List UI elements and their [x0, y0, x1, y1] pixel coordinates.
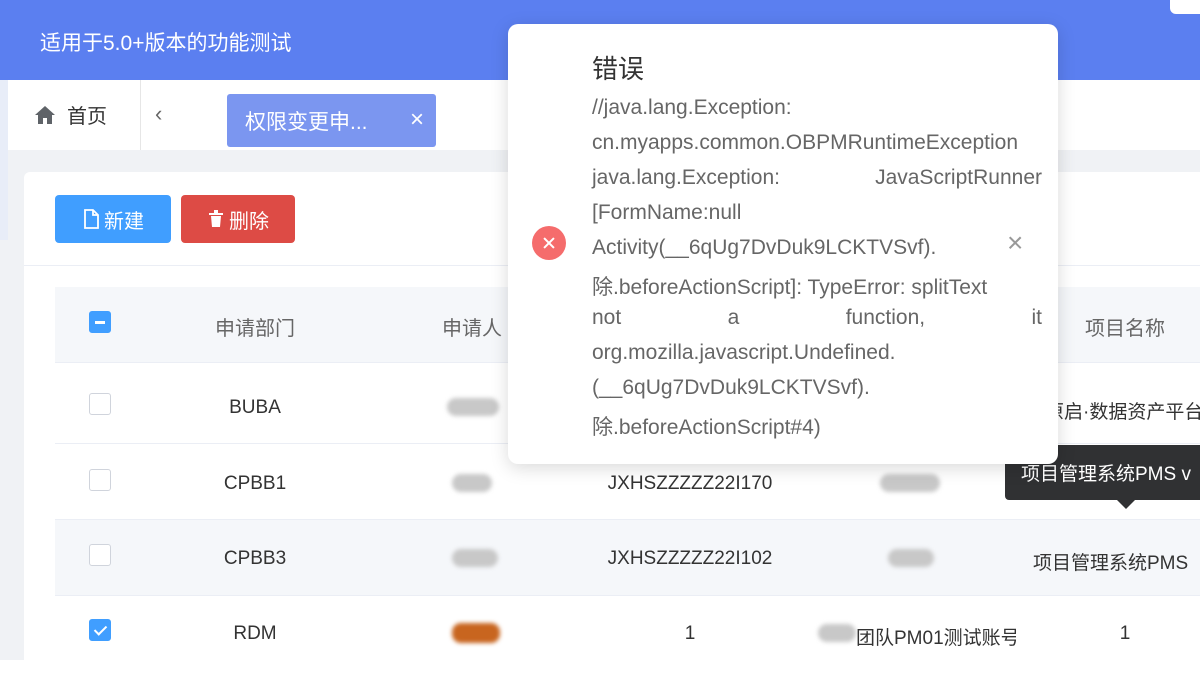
app-title: 适用于5.0+版本的功能测试 [40, 32, 292, 55]
redacted-field [880, 474, 940, 492]
redacted-applicant [452, 623, 500, 643]
row-checkbox[interactable] [89, 544, 111, 566]
file-icon [84, 209, 99, 229]
redacted-field [818, 624, 856, 642]
row-checkbox[interactable] [89, 619, 111, 641]
new-button-label: 新建 [104, 210, 144, 233]
dialog-message-line: 除.beforeActionScript#4) [592, 416, 821, 439]
new-button[interactable]: 新建 [55, 195, 171, 243]
cell-code: 1 [684, 623, 696, 644]
sidebar-edge [0, 80, 8, 240]
dialog-close-icon[interactable]: × [1007, 229, 1023, 257]
redacted-applicant [447, 398, 499, 416]
tooltip-arrow [1117, 500, 1135, 509]
cell-code: JXHSZZZZZ22I102 [607, 548, 773, 569]
delete-button-label: 删除 [229, 210, 269, 233]
dialog-message-word: a [727, 306, 740, 329]
dialog-message-word: java.lang.Exception: [592, 166, 780, 189]
dialog-message-word: function, [845, 306, 926, 329]
cell-team: 团队PM01测试账号 [856, 628, 1016, 649]
dialog-message-line: cn.myapps.common.OBPMRuntimeException [592, 131, 1018, 154]
redacted-applicant [452, 549, 498, 567]
row-checkbox[interactable] [89, 469, 111, 491]
dialog-message-line: org.mozilla.javascript.Undefined. [592, 341, 896, 364]
tab-home-label: 首页 [67, 106, 107, 128]
header-dept: 申请部门 [215, 318, 295, 340]
cell-project: 1 [1119, 623, 1131, 644]
dialog-message-line: 除.beforeActionScript]: TypeError: splitT… [592, 276, 988, 299]
dialog-message-line: Activity(__6qUg7DvDuk9LCKTVSvf). [592, 236, 937, 259]
error-icon [532, 226, 566, 260]
tab-home[interactable]: 首页 [33, 100, 107, 129]
trash-icon [209, 210, 223, 227]
dialog-message-line: (__6qUg7DvDuk9LCKTVSvf). [592, 376, 870, 399]
redacted-applicant [452, 474, 492, 492]
row-checkbox[interactable] [89, 393, 111, 415]
select-all-checkbox[interactable] [89, 311, 111, 333]
cell-dept: CPBB1 [223, 473, 287, 494]
header-applicant: 申请人 [442, 318, 502, 340]
header-corner [1170, 0, 1200, 14]
tab-active[interactable]: 权限变更申... × [227, 94, 436, 147]
dialog-message-line: java.lang.Exception: JavaScriptRunner [592, 166, 1042, 190]
dialog-message-line: [FormName:null [592, 201, 742, 224]
tab-divider [140, 80, 141, 150]
cell-project: 项目管理系统PMS [1033, 553, 1189, 574]
dialog-title: 错误 [592, 54, 645, 84]
redacted-field [888, 549, 934, 567]
dialog-message-word: not [592, 306, 622, 329]
cell-dept: RDM [233, 623, 277, 644]
cell-dept: CPBB3 [223, 548, 287, 569]
dialog-message-word: it [1031, 306, 1043, 329]
cell-dept: BUBA [229, 397, 281, 418]
dialog-message-word: JavaScriptRunner [875, 166, 1042, 189]
dialog-message-line: //java.lang.Exception: [592, 96, 792, 119]
delete-button[interactable]: 删除 [181, 195, 295, 243]
cell-project: 原启·数据资产平台 [1045, 402, 1200, 423]
error-dialog: 错误 × //java.lang.Exception: cn.myapps.co… [508, 24, 1058, 464]
tab-active-label: 权限变更申... [245, 110, 368, 134]
footer-area [0, 660, 1200, 697]
home-icon [35, 105, 55, 124]
tab-prev-button[interactable]: ‹ [155, 101, 162, 127]
tab-close-icon[interactable]: × [410, 106, 424, 134]
dialog-message-line: not a function, it [592, 306, 1042, 330]
cell-code: JXHSZZZZZ22I170 [607, 473, 773, 494]
header-project: 项目名称 [1085, 318, 1165, 340]
